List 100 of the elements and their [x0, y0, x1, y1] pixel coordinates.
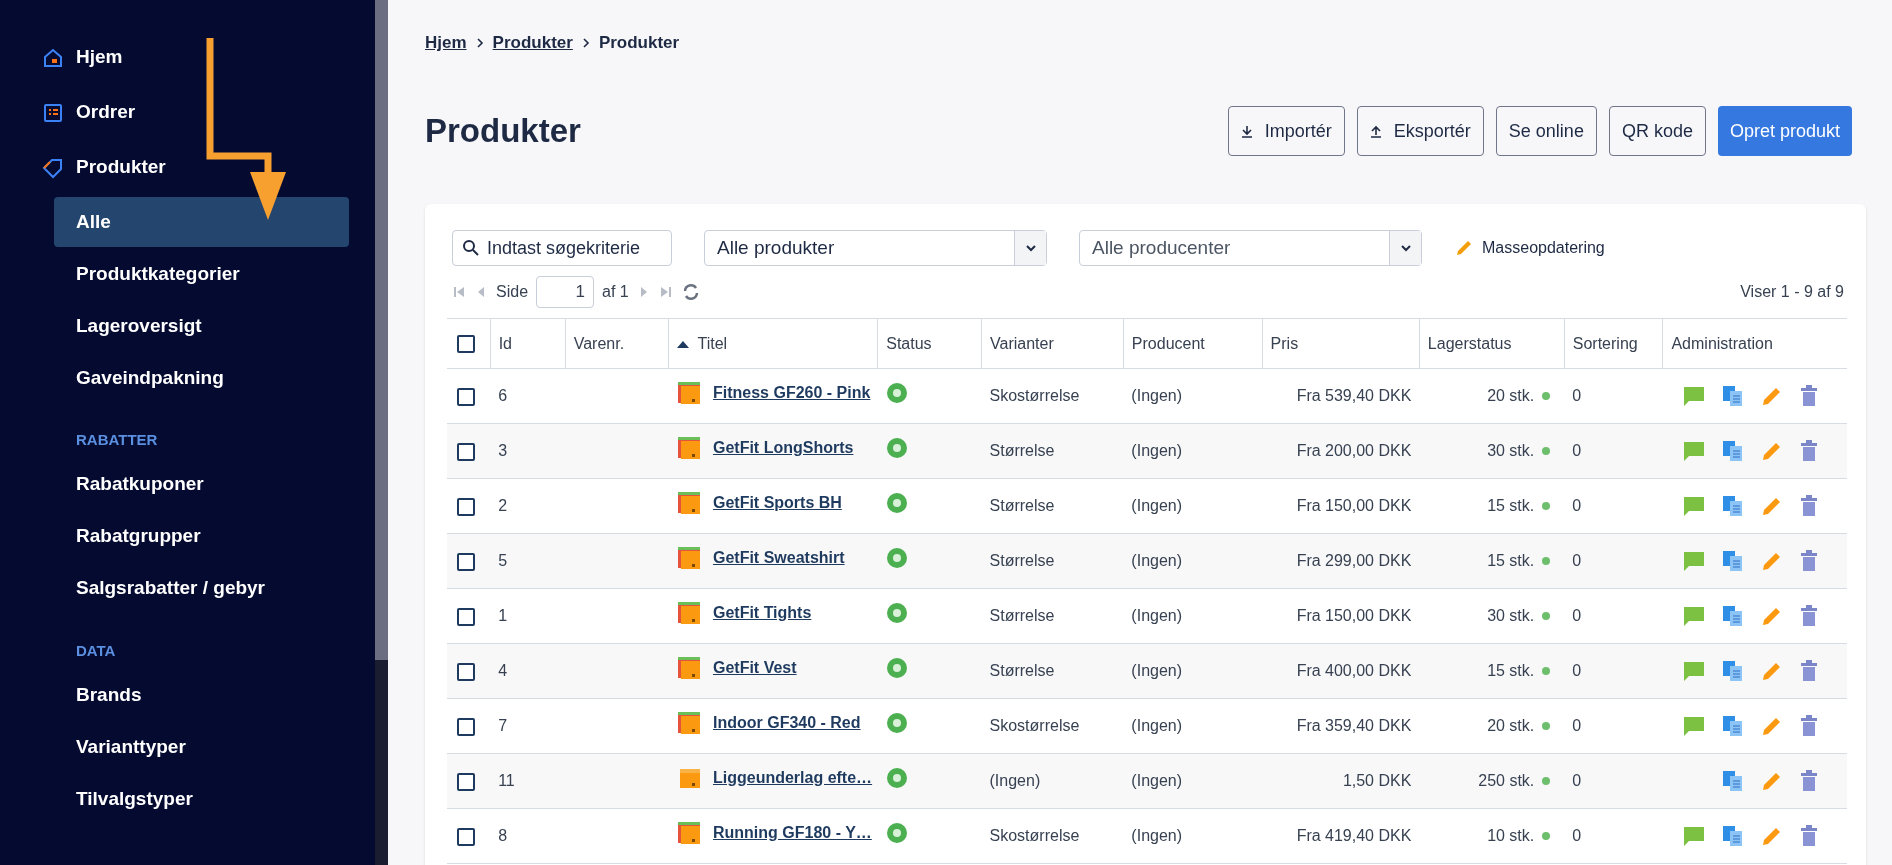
table-cell: Fra 359,40 DKK [1296, 717, 1412, 734]
table-cell: 0 [1572, 442, 1582, 459]
table-cell-text: 20 stk. [1487, 386, 1535, 406]
product-link[interactable]: Fitness GF260 - Pink [712, 380, 871, 405]
table-cell: 0 [1572, 827, 1582, 844]
nav-item[interactable]: Ordrer [0, 85, 375, 140]
column-header[interactable]: Producent [1131, 331, 1205, 356]
nav-item[interactable]: Salgsrabatter / gebyr [54, 563, 349, 614]
table-cell: Fra 200,00 DKK [1296, 442, 1412, 459]
table-cell: (Ingen) [1131, 442, 1183, 459]
breadcrumb-link[interactable]: Produkter [492, 30, 573, 56]
table-cell: (Ingen) [1131, 662, 1183, 679]
product-link[interactable]: GetFit Sweatshirt [712, 545, 845, 570]
table-cell: 1,50 DKK [1342, 772, 1412, 789]
table-cell: Størrelse [989, 497, 1055, 514]
table-cell: (Ingen) [989, 772, 1041, 789]
table-cell: Størrelse [989, 607, 1055, 624]
table-cell-text: 30 stk. [1487, 606, 1535, 626]
table-cell-text: 15 stk. [1487, 496, 1535, 516]
nav-item[interactable]: Lageroversigt [54, 301, 349, 351]
search-field[interactable]: Indtast søgekriterie [452, 230, 672, 266]
table-cell: (Ingen) [1131, 387, 1183, 404]
product-link[interactable]: GetFit Tights [712, 600, 812, 625]
nav-item[interactable]: Rabatgrupper [54, 511, 349, 562]
action-button[interactable]: Opret produkt [1717, 106, 1852, 156]
column-header[interactable]: Varenr. [573, 331, 625, 356]
table-cell: Fra 400,00 DKK [1296, 662, 1412, 679]
action-button[interactable]: Eksportér [1356, 106, 1484, 156]
table-cell: Skostørrelse [989, 387, 1080, 404]
column-header[interactable]: Id [498, 331, 512, 356]
product-link[interactable]: Liggeunderlag efte… [712, 765, 873, 790]
page-field[interactable]: 1 [536, 276, 595, 308]
nav-item[interactable]: Gaveindpakning [54, 353, 349, 403]
table-cell: (Ingen) [1131, 552, 1183, 569]
nav-item[interactable]: Hjem [0, 30, 375, 85]
product-link[interactable]: GetFit Sports BH [712, 490, 842, 515]
page-label: Side [496, 282, 529, 302]
column-header[interactable]: Sortering [1572, 331, 1638, 356]
page-count: af 1 [602, 282, 629, 302]
column-header[interactable]: Lagerstatus [1427, 331, 1512, 356]
table-cell: (Ingen) [1131, 827, 1183, 844]
table-cell: Skostørrelse [989, 827, 1080, 844]
table-cell: Størrelse [989, 442, 1055, 459]
bulk-update-button[interactable]: Masseopdatering [1454, 236, 1605, 260]
table-cell: Størrelse [989, 552, 1055, 569]
table-cell: (Ingen) [1131, 772, 1183, 789]
table-cell: 5 [498, 552, 508, 569]
table-cell: 0 [1572, 607, 1582, 624]
nav-item[interactable]: Brands [54, 670, 349, 720]
action-button[interactable]: Se online [1495, 106, 1597, 156]
results-summary: Viser 1 - 9 af 9 [1740, 282, 1844, 302]
table-cell: Størrelse [989, 662, 1055, 679]
table-cell: 0 [1572, 662, 1582, 679]
product-link[interactable]: GetFit Vest [712, 655, 797, 680]
nav-item[interactable]: Produkter [0, 140, 375, 195]
table-cell-text: 250 stk. [1478, 771, 1535, 791]
table-cell: 0 [1572, 772, 1582, 789]
table-cell: 2 [498, 497, 508, 514]
column-header[interactable]: Varianter [990, 331, 1054, 356]
column-header[interactable]: Administration [1671, 331, 1773, 356]
table-cell: Fra 539,40 DKK [1296, 387, 1412, 404]
producer-select[interactable]: Alle producenter [1079, 230, 1422, 266]
nav-item[interactable]: Produktkategorier [54, 249, 349, 299]
table-cell: 0 [1572, 497, 1582, 514]
table-cell: (Ingen) [1131, 497, 1183, 514]
table-cell: 4 [498, 662, 508, 679]
column-header[interactable]: Pris [1270, 331, 1299, 356]
breadcrumb-link[interactable]: Hjem [425, 30, 467, 56]
nav-item[interactable]: Rabatkuponer [54, 459, 349, 510]
nav-item[interactable]: Tilvalgstyper [54, 774, 349, 824]
table-cell: 0 [1572, 387, 1582, 404]
table-cell: Fra 150,00 DKK [1296, 497, 1412, 514]
table-cell: 8 [498, 827, 508, 844]
column-header[interactable]: Titel [697, 332, 728, 356]
section-heading: DATA [75, 640, 117, 661]
column-header[interactable]: Status [886, 331, 932, 356]
action-button[interactable]: Importér [1227, 106, 1345, 156]
table-cell-text: 10 stk. [1487, 826, 1535, 846]
table-cell: 3 [498, 442, 508, 459]
table-cell: (Ingen) [1131, 607, 1183, 624]
nav-item[interactable]: Varianttyper [54, 722, 349, 772]
breadcrumb-current: Produkter [598, 32, 680, 55]
nav-item[interactable]: Alle [54, 197, 349, 247]
table-cell: Skostørrelse [989, 717, 1080, 734]
table-cell: Fra 150,00 DKK [1296, 607, 1412, 624]
action-button[interactable]: QR kode [1608, 106, 1706, 156]
table-cell: 1 [498, 607, 508, 624]
table-cell-text: 15 stk. [1487, 551, 1535, 571]
product-link[interactable]: Running GF180 - Y… [712, 820, 872, 845]
table-cell: 0 [1572, 717, 1582, 734]
table-cell: 6 [498, 387, 508, 404]
table-cell-text: 30 stk. [1487, 441, 1535, 461]
product-link[interactable]: Indoor GF340 - Red [712, 710, 861, 735]
table-cell-text: 20 stk. [1487, 716, 1535, 736]
table-cell-text: 15 stk. [1487, 661, 1535, 681]
table-cell: (Ingen) [1131, 717, 1183, 734]
product-link[interactable]: GetFit LongShorts [712, 435, 854, 460]
table-cell: Fra 299,00 DKK [1296, 552, 1412, 569]
product-select[interactable]: Alle produkter [704, 230, 1047, 266]
table-cell: 7 [498, 717, 508, 734]
